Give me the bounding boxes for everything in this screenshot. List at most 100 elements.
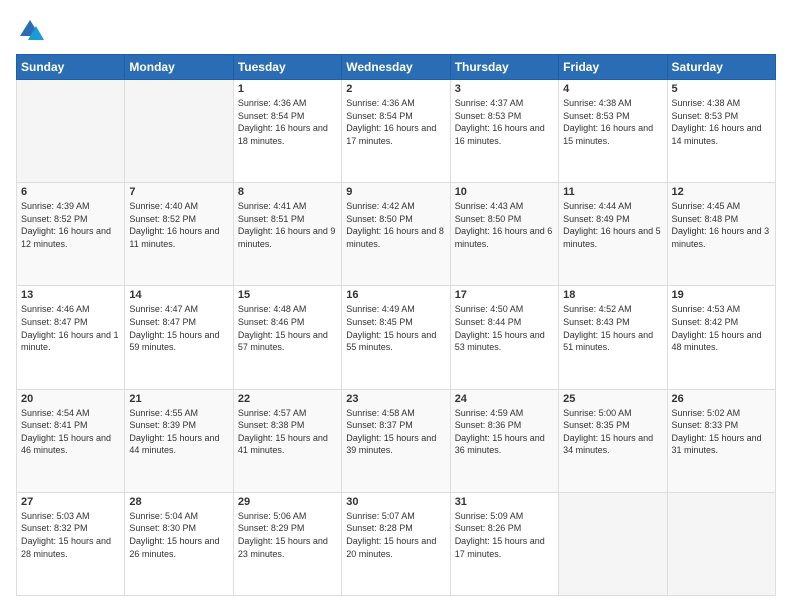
day-number: 22: [238, 393, 337, 405]
day-number: 30: [346, 496, 445, 508]
day-cell: 8 Sunrise: 4:41 AM Sunset: 8:51 PM Daylig…: [233, 183, 341, 286]
day-cell: 10 Sunrise: 4:43 AM Sunset: 8:50 PM Dayli…: [450, 183, 558, 286]
day-number: 28: [129, 496, 228, 508]
day-number: 27: [21, 496, 120, 508]
day-number: 10: [455, 186, 554, 198]
day-number: 3: [455, 83, 554, 95]
day-number: 13: [21, 289, 120, 301]
day-info: Sunrise: 4:45 AM Sunset: 8:48 PM Dayligh…: [672, 200, 771, 250]
day-info: Sunrise: 4:43 AM Sunset: 8:50 PM Dayligh…: [455, 200, 554, 250]
day-number: 2: [346, 83, 445, 95]
day-info: Sunrise: 4:47 AM Sunset: 8:47 PM Dayligh…: [129, 303, 228, 353]
week-row-0: 1 Sunrise: 4:36 AM Sunset: 8:54 PM Daylig…: [17, 80, 776, 183]
day-cell: 17Sunrise: 4:50 AM Sunset: 8:44 PM Dayli…: [450, 286, 558, 389]
day-number: 31: [455, 496, 554, 508]
day-info: Sunrise: 4:42 AM Sunset: 8:50 PM Dayligh…: [346, 200, 445, 250]
day-info: Sunrise: 4:37 AM Sunset: 8:53 PM Dayligh…: [455, 97, 554, 147]
day-info: Sunrise: 4:58 AM Sunset: 8:37 PM Dayligh…: [346, 407, 445, 457]
day-number: 14: [129, 289, 228, 301]
day-cell: 27 Sunrise: 5:03 AM Sunset: 8:32 PM Dayli…: [17, 492, 125, 595]
day-cell: 22 Sunrise: 4:57 AM Sunset: 8:38 PM Dayli…: [233, 389, 341, 492]
day-info: Sunrise: 5:02 AM Sunset: 8:33 PM Dayligh…: [672, 407, 771, 457]
header: [16, 16, 776, 44]
day-cell: 12 Sunrise: 4:45 AM Sunset: 8:48 PM Dayli…: [667, 183, 775, 286]
day-cell: 13 Sunrise: 4:46 AM Sunset: 8:47 PM Dayli…: [17, 286, 125, 389]
day-cell: [667, 492, 775, 595]
day-number: 16: [346, 289, 445, 301]
day-cell: 3 Sunrise: 4:37 AM Sunset: 8:53 PM Daylig…: [450, 80, 558, 183]
day-number: 21: [129, 393, 228, 405]
day-header-wednesday: Wednesday: [342, 55, 450, 80]
logo: [16, 16, 48, 44]
day-number: 25: [563, 393, 662, 405]
day-cell: 18 Sunrise: 4:52 AM Sunset: 8:43 PM Dayli…: [559, 286, 667, 389]
logo-icon: [16, 16, 44, 44]
day-cell: [17, 80, 125, 183]
day-cell: 5 Sunrise: 4:38 AM Sunset: 8:53 PM Daylig…: [667, 80, 775, 183]
day-info: Sunrise: 4:59 AM Sunset: 8:36 PM Dayligh…: [455, 407, 554, 457]
day-number: 19: [672, 289, 771, 301]
day-cell: [125, 80, 233, 183]
day-cell: 14 Sunrise: 4:47 AM Sunset: 8:47 PM Dayli…: [125, 286, 233, 389]
day-info: Sunrise: 4:44 AM Sunset: 8:49 PM Dayligh…: [563, 200, 662, 250]
day-info: Sunrise: 4:38 AM Sunset: 8:53 PM Dayligh…: [563, 97, 662, 147]
day-cell: 11 Sunrise: 4:44 AM Sunset: 8:49 PM Dayli…: [559, 183, 667, 286]
day-info: Sunrise: 5:09 AM Sunset: 8:26 PM Dayligh…: [455, 510, 554, 560]
day-info: Sunrise: 4:52 AM Sunset: 8:43 PM Dayligh…: [563, 303, 662, 353]
day-info: Sunrise: 5:03 AM Sunset: 8:32 PM Dayligh…: [21, 510, 120, 560]
day-cell: 4 Sunrise: 4:38 AM Sunset: 8:53 PM Daylig…: [559, 80, 667, 183]
day-number: 6: [21, 186, 120, 198]
day-cell: [559, 492, 667, 595]
day-number: 18: [563, 289, 662, 301]
day-info: Sunrise: 4:57 AM Sunset: 8:38 PM Dayligh…: [238, 407, 337, 457]
day-info: Sunrise: 4:38 AM Sunset: 8:53 PM Dayligh…: [672, 97, 771, 147]
day-number: 20: [21, 393, 120, 405]
day-number: 4: [563, 83, 662, 95]
week-row-3: 20 Sunrise: 4:54 AM Sunset: 8:41 PM Dayli…: [17, 389, 776, 492]
week-row-1: 6 Sunrise: 4:39 AM Sunset: 8:52 PM Daylig…: [17, 183, 776, 286]
day-info: Sunrise: 4:39 AM Sunset: 8:52 PM Dayligh…: [21, 200, 120, 250]
day-number: 24: [455, 393, 554, 405]
day-number: 26: [672, 393, 771, 405]
day-info: Sunrise: 4:54 AM Sunset: 8:41 PM Dayligh…: [21, 407, 120, 457]
day-info: Sunrise: 4:49 AM Sunset: 8:45 PM Dayligh…: [346, 303, 445, 353]
day-info: Sunrise: 4:55 AM Sunset: 8:39 PM Dayligh…: [129, 407, 228, 457]
day-info: Sunrise: 4:53 AM Sunset: 8:42 PM Dayligh…: [672, 303, 771, 353]
week-row-4: 27 Sunrise: 5:03 AM Sunset: 8:32 PM Dayli…: [17, 492, 776, 595]
day-cell: 19 Sunrise: 4:53 AM Sunset: 8:42 PM Dayli…: [667, 286, 775, 389]
day-cell: 21 Sunrise: 4:55 AM Sunset: 8:39 PM Dayli…: [125, 389, 233, 492]
day-number: 23: [346, 393, 445, 405]
day-info: Sunrise: 4:36 AM Sunset: 8:54 PM Dayligh…: [346, 97, 445, 147]
day-cell: 6 Sunrise: 4:39 AM Sunset: 8:52 PM Daylig…: [17, 183, 125, 286]
day-info: Sunrise: 5:00 AM Sunset: 8:35 PM Dayligh…: [563, 407, 662, 457]
day-info: Sunrise: 4:46 AM Sunset: 8:47 PM Dayligh…: [21, 303, 120, 353]
day-number: 11: [563, 186, 662, 198]
calendar-table: SundayMondayTuesdayWednesdayThursdayFrid…: [16, 54, 776, 596]
day-info: Sunrise: 5:06 AM Sunset: 8:29 PM Dayligh…: [238, 510, 337, 560]
day-number: 5: [672, 83, 771, 95]
day-number: 1: [238, 83, 337, 95]
day-header-saturday: Saturday: [667, 55, 775, 80]
day-cell: 15Sunrise: 4:48 AM Sunset: 8:46 PM Dayli…: [233, 286, 341, 389]
day-number: 12: [672, 186, 771, 198]
day-cell: 31 Sunrise: 5:09 AM Sunset: 8:26 PM Dayli…: [450, 492, 558, 595]
day-header-thursday: Thursday: [450, 55, 558, 80]
day-info: Sunrise: 4:41 AM Sunset: 8:51 PM Dayligh…: [238, 200, 337, 250]
day-cell: 1 Sunrise: 4:36 AM Sunset: 8:54 PM Daylig…: [233, 80, 341, 183]
day-cell: 30Sunrise: 5:07 AM Sunset: 8:28 PM Dayli…: [342, 492, 450, 595]
day-header-sunday: Sunday: [17, 55, 125, 80]
page: SundayMondayTuesdayWednesdayThursdayFrid…: [0, 0, 792, 612]
day-cell: 9Sunrise: 4:42 AM Sunset: 8:50 PM Daylig…: [342, 183, 450, 286]
day-header-tuesday: Tuesday: [233, 55, 341, 80]
day-info: Sunrise: 4:36 AM Sunset: 8:54 PM Dayligh…: [238, 97, 337, 147]
week-row-2: 13 Sunrise: 4:46 AM Sunset: 8:47 PM Dayli…: [17, 286, 776, 389]
day-number: 17: [455, 289, 554, 301]
day-cell: 20 Sunrise: 4:54 AM Sunset: 8:41 PM Dayli…: [17, 389, 125, 492]
day-cell: 24 Sunrise: 4:59 AM Sunset: 8:36 PM Dayli…: [450, 389, 558, 492]
day-number: 8: [238, 186, 337, 198]
day-cell: 25 Sunrise: 5:00 AM Sunset: 8:35 PM Dayli…: [559, 389, 667, 492]
day-cell: 7Sunrise: 4:40 AM Sunset: 8:52 PM Daylig…: [125, 183, 233, 286]
day-info: Sunrise: 4:48 AM Sunset: 8:46 PM Dayligh…: [238, 303, 337, 353]
day-info: Sunrise: 4:40 AM Sunset: 8:52 PM Dayligh…: [129, 200, 228, 250]
day-cell: 23 Sunrise: 4:58 AM Sunset: 8:37 PM Dayli…: [342, 389, 450, 492]
